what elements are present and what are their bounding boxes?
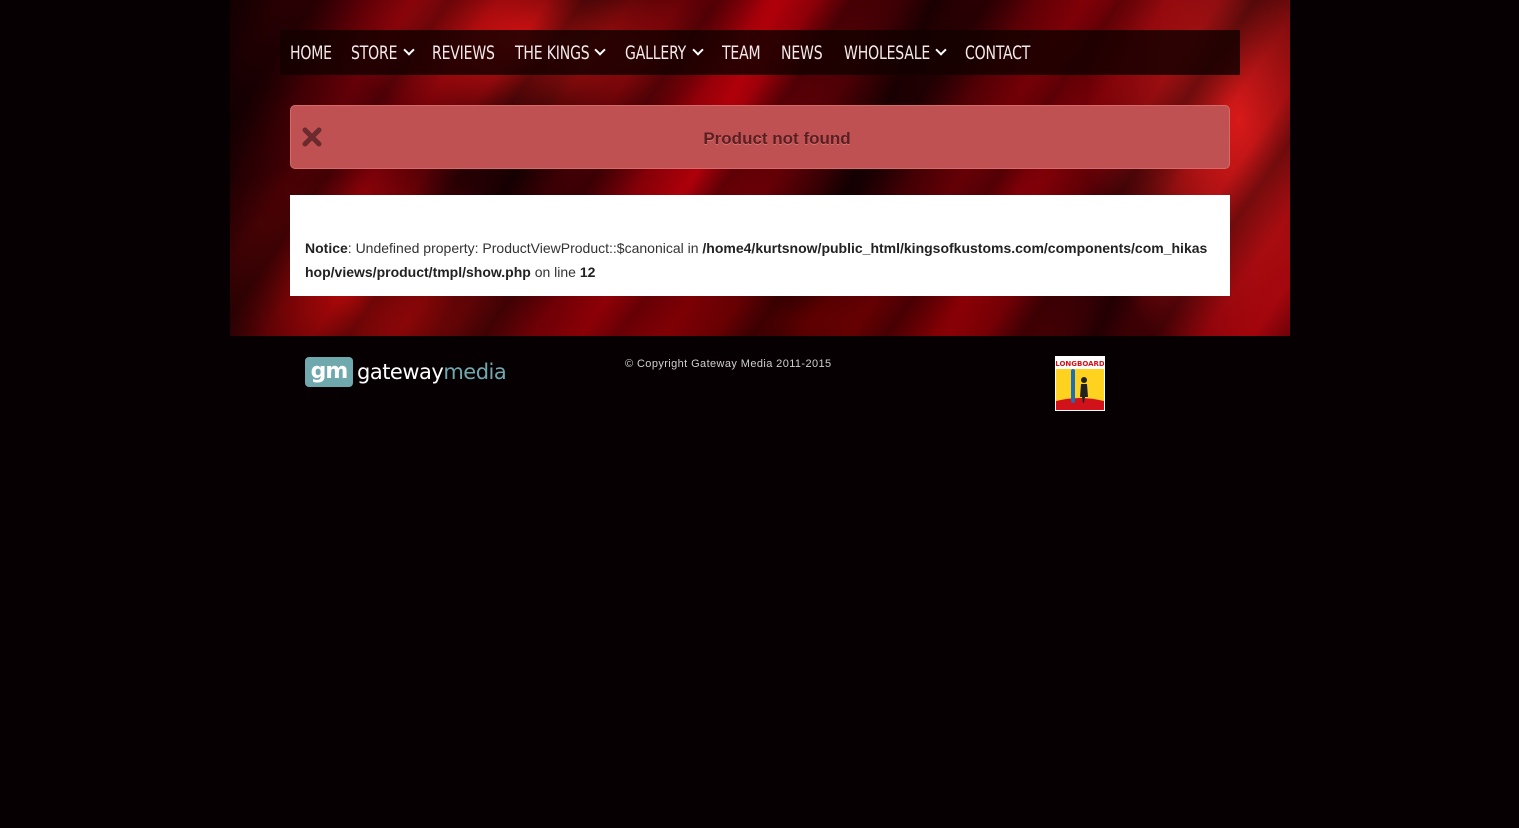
php-notice: Notice: Undefined property: ProductViewP… [290, 195, 1230, 296]
nav-item-label: THE KINGS [515, 41, 590, 64]
longboard-badge-graphic: LONGBOARD [1056, 357, 1104, 410]
error-alert: Product not found [290, 105, 1230, 169]
nav-item-label: REVIEWS [432, 41, 495, 64]
nav-item-label: TEAM [722, 41, 761, 64]
nav-item-wholesale[interactable]: WHOLESALE [844, 30, 947, 75]
notice-on-line: on line [530, 264, 580, 280]
gm-logo-mark: gm [305, 357, 353, 387]
nav-item-home[interactable]: HOME [290, 30, 341, 75]
nav-item-label: NEWS [781, 41, 823, 64]
copyright-text: © Copyright Gateway Media 2011-2015 [625, 358, 832, 370]
notice-text: : Undefined property: ProductViewProduct… [347, 240, 703, 256]
chevron-down-icon[interactable] [691, 44, 704, 56]
nav-item-the-kings[interactable]: THE KINGS [515, 30, 607, 75]
nav-item-label: GALLERY [625, 41, 687, 64]
nav-item-gallery[interactable]: GALLERY [625, 30, 704, 75]
nav-item-label: WHOLESALE [844, 41, 931, 64]
nav-item-reviews[interactable]: REVIEWS [432, 30, 509, 75]
chevron-down-icon[interactable] [403, 44, 415, 56]
chevron-down-icon[interactable] [594, 44, 607, 56]
nav-item-label: STORE [351, 41, 398, 64]
nav-item-label: CONTACT [965, 41, 1031, 64]
logo-word-media: media [443, 360, 507, 384]
nav-item-contact[interactable]: CONTACT [965, 30, 1044, 75]
badge-title: LONGBOARD [1056, 360, 1104, 368]
alert-message: Product not found [703, 129, 851, 148]
nav-item-team[interactable]: TEAM [722, 30, 769, 75]
notice-line-number: 12 [579, 264, 596, 280]
page: HOME STORE REVIEWS THE KINGS GALLERY TEAM NEWS… [0, 0, 1519, 828]
nav-item-store[interactable]: STORE [351, 30, 415, 75]
notice-label: Notice [305, 240, 348, 256]
chevron-down-icon[interactable] [935, 44, 947, 56]
gateway-media-logo[interactable]: gm gateway media [305, 356, 507, 388]
main-navigation: HOME STORE REVIEWS THE KINGS GALLERY TEAM NEWS… [280, 30, 1240, 75]
nav-item-label: HOME [290, 41, 332, 64]
logo-word-gateway: gateway [357, 360, 444, 384]
nav-item-news[interactable]: NEWS [781, 30, 832, 75]
longboard-badge-image[interactable]: LONGBOARD [1055, 356, 1105, 411]
